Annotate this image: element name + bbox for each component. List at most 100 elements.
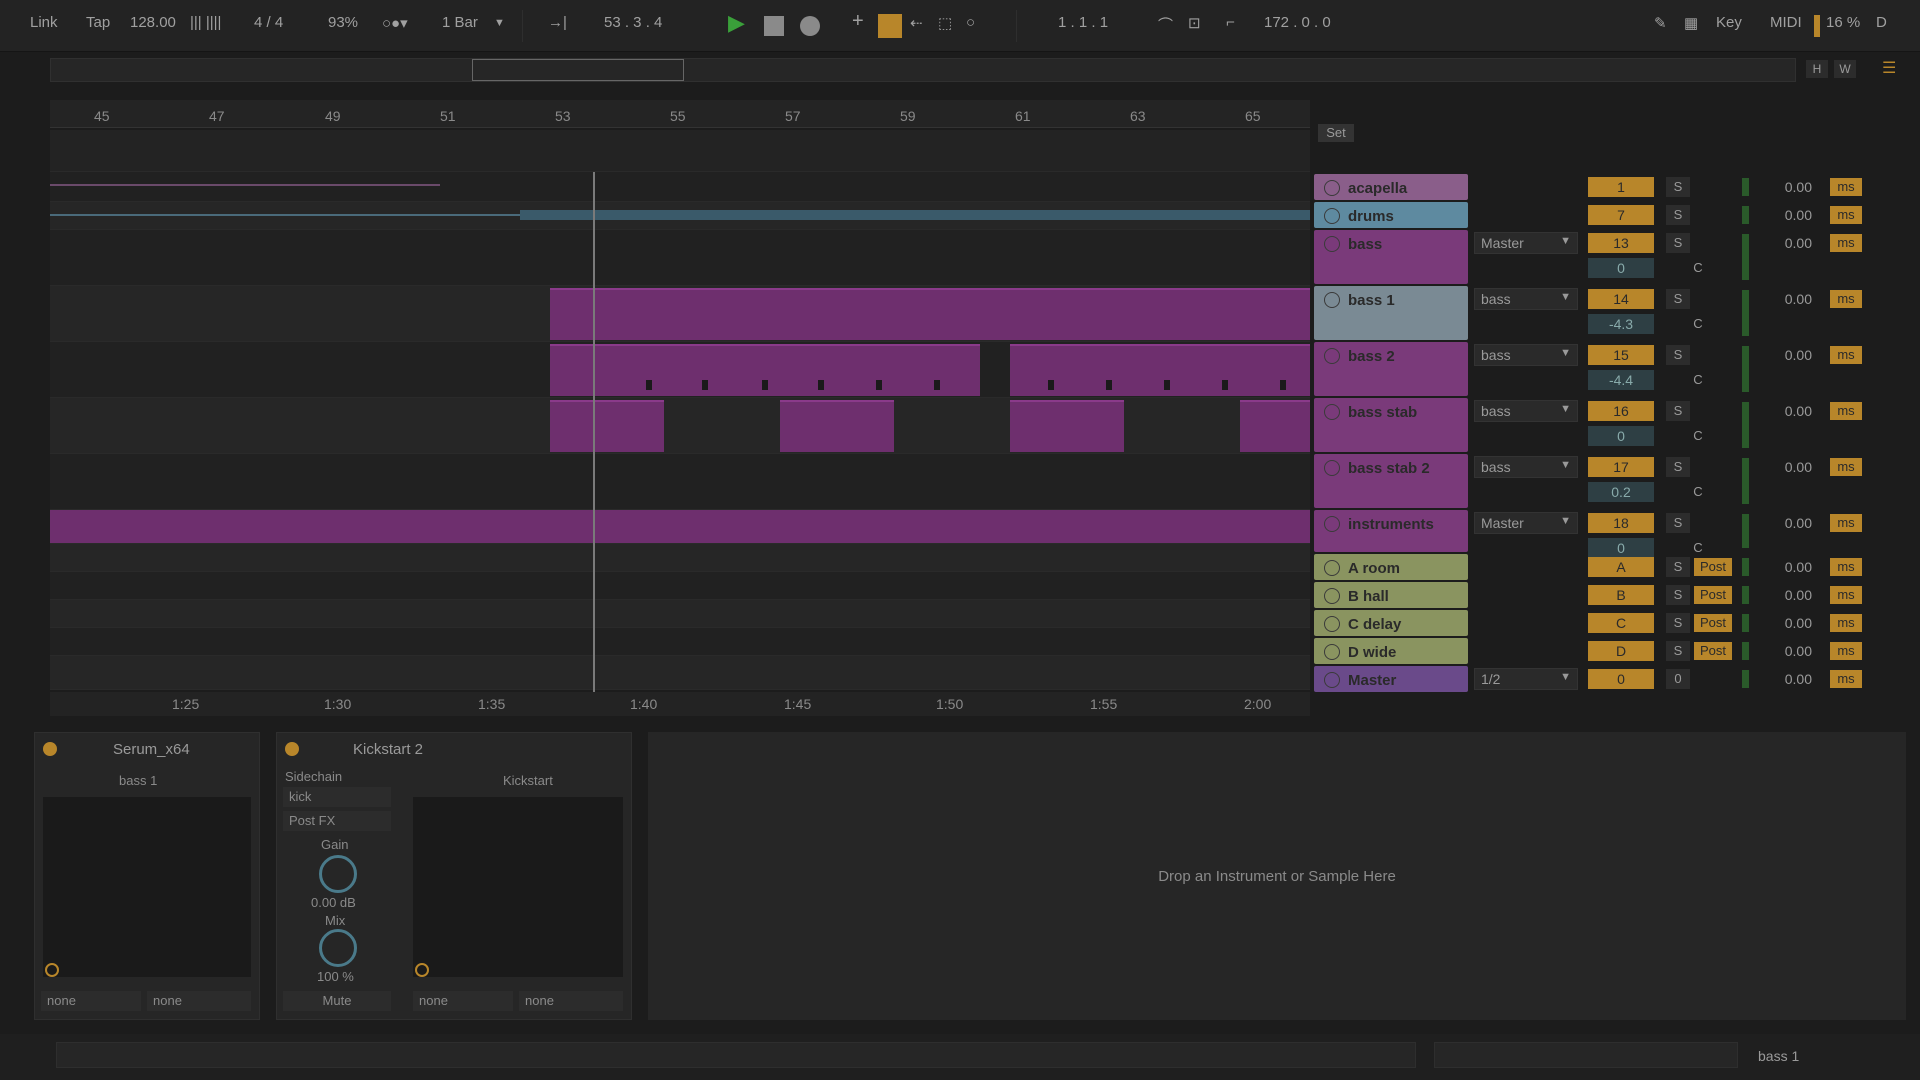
automation-arm-button[interactable] (878, 14, 902, 38)
track-lane-a-room[interactable] (50, 544, 1310, 572)
delay-unit-button[interactable]: ms (1830, 290, 1862, 308)
preset-name[interactable]: Kickstart (503, 773, 553, 788)
track-lane-instruments[interactable] (50, 510, 1310, 544)
track-activator[interactable]: 15 (1588, 345, 1654, 365)
fold-icon[interactable] (1324, 460, 1340, 476)
track-header[interactable]: bass stab (1314, 398, 1468, 452)
play-button[interactable]: ▶ (728, 10, 745, 36)
pan-value[interactable]: 0 (1588, 426, 1654, 446)
track-header[interactable]: bass (1314, 230, 1468, 284)
mix-knob[interactable] (319, 929, 357, 967)
loop-length-field[interactable]: 172 . 0 . 0 (1264, 14, 1331, 31)
track-header[interactable]: A room (1314, 554, 1468, 580)
track-header[interactable]: bass 2 (1314, 342, 1468, 396)
scrub-area[interactable] (50, 130, 1310, 172)
track-header[interactable]: acapella (1314, 174, 1468, 200)
midi-clip[interactable] (780, 400, 894, 452)
output-routing-select[interactable]: bass ▼ (1474, 288, 1578, 310)
track-lane-c-delay[interactable] (50, 600, 1310, 628)
device-drop-zone[interactable]: Drop an Instrument or Sample Here (648, 732, 1906, 1020)
track-header[interactable]: B hall (1314, 582, 1468, 608)
track-lane-master[interactable] (50, 656, 1310, 690)
solo-button[interactable]: S (1666, 401, 1690, 421)
solo-button[interactable]: S (1666, 177, 1690, 197)
arrangement-overview[interactable] (50, 58, 1796, 82)
track-lane-bass-stab-2[interactable] (50, 454, 1310, 510)
send-post-button[interactable]: Post (1694, 558, 1732, 576)
volume-value[interactable]: 0.00 (1756, 291, 1812, 307)
track-lane-bass-stab[interactable] (50, 398, 1310, 454)
add-icon[interactable]: + (852, 10, 864, 33)
track-activator[interactable]: 18 (1588, 513, 1654, 533)
preset-name[interactable]: bass 1 (119, 773, 157, 788)
session-record-icon[interactable]: ○ (966, 14, 975, 31)
track-activator[interactable]: A (1588, 557, 1654, 577)
mute-button[interactable]: Mute (283, 991, 391, 1011)
send-post-button[interactable]: Post (1694, 614, 1732, 632)
track-header[interactable]: Master (1314, 666, 1468, 692)
sidechain-source-select[interactable]: kick (283, 787, 391, 807)
volume-value[interactable]: 0.00 (1756, 587, 1812, 603)
time-signature-field[interactable]: 4 / 4 (254, 14, 283, 31)
solo-button[interactable]: S (1666, 613, 1690, 633)
track-activator[interactable]: 0 (1588, 669, 1654, 689)
solo-button[interactable]: S (1666, 585, 1690, 605)
volume-value[interactable]: 0.00 (1756, 403, 1812, 419)
track-activator[interactable]: 17 (1588, 457, 1654, 477)
output-routing-select[interactable]: Master ▼ (1474, 232, 1578, 254)
key-map-button[interactable]: Key (1716, 14, 1742, 31)
punch-out-icon[interactable]: ⌐ (1226, 14, 1235, 31)
track-lane-acapella[interactable] (50, 174, 1310, 202)
track-header[interactable]: bass 1 (1314, 286, 1468, 340)
track-lane-d-wide[interactable] (50, 628, 1310, 656)
loop-start-field[interactable]: 1 . 1 . 1 (1058, 14, 1108, 31)
midi-clip[interactable] (1010, 344, 1310, 396)
input-select[interactable]: none (519, 991, 623, 1011)
track-header[interactable]: drums (1314, 202, 1468, 228)
output-routing-select[interactable]: 1/2 ▼ (1474, 668, 1578, 690)
solo-button[interactable]: S (1666, 205, 1690, 225)
input-select[interactable]: none (41, 991, 141, 1011)
stop-button[interactable] (764, 16, 784, 36)
pan-value[interactable]: -4.3 (1588, 314, 1654, 334)
fold-icon[interactable] (1324, 236, 1340, 252)
metronome-icon[interactable]: ○●▾ (382, 14, 408, 32)
delay-unit-button[interactable]: ms (1830, 670, 1862, 688)
time-ruler[interactable]: 1:25 1:30 1:35 1:40 1:45 1:50 1:55 2:00 (50, 692, 1310, 716)
tap-button[interactable]: Tap (86, 14, 110, 31)
capture-icon[interactable]: ⬚ (938, 14, 952, 32)
loop-icon[interactable]: ⌒ (1158, 14, 1173, 35)
volume-value[interactable]: 0.00 (1756, 515, 1812, 531)
track-header[interactable]: D wide (1314, 638, 1468, 664)
midi-map-button[interactable]: MIDI (1770, 14, 1802, 31)
delay-unit-button[interactable]: ms (1830, 346, 1862, 364)
delay-unit-button[interactable]: ms (1830, 458, 1862, 476)
device-kickstart[interactable]: Kickstart 2 Sidechain kick Post FX Gain … (276, 732, 632, 1020)
pan-value[interactable]: 0.2 (1588, 482, 1654, 502)
volume-value[interactable]: 0.00 (1756, 643, 1812, 659)
track-activator[interactable]: D (1588, 641, 1654, 661)
fold-icon[interactable] (1324, 404, 1340, 420)
beat-time-ruler[interactable]: 45 47 49 51 53 55 57 59 61 63 65 (50, 100, 1310, 128)
input-select[interactable]: none (147, 991, 251, 1011)
fold-icon[interactable] (1324, 180, 1340, 196)
device-serum[interactable]: Serum_x64 bass 1 none none (34, 732, 260, 1020)
macro-knob[interactable] (45, 963, 59, 977)
sidechain-tap-select[interactable]: Post FX (283, 811, 391, 831)
volume-value[interactable]: 0.00 (1756, 207, 1812, 223)
midi-clip[interactable] (550, 288, 1310, 340)
send-post-button[interactable]: Post (1694, 642, 1732, 660)
pan-value[interactable]: -4.4 (1588, 370, 1654, 390)
midi-clip[interactable] (550, 400, 664, 452)
arrangement-view[interactable] (50, 130, 1310, 690)
output-routing-select[interactable]: bass ▼ (1474, 400, 1578, 422)
volume-value[interactable]: 0.00 (1756, 347, 1812, 363)
volume-value[interactable]: 0.00 (1756, 179, 1812, 195)
track-lane-b-hall[interactable] (50, 572, 1310, 600)
macro-knob[interactable] (415, 963, 429, 977)
track-activator[interactable]: C (1588, 613, 1654, 633)
track-activator[interactable]: B (1588, 585, 1654, 605)
overview-selection[interactable] (472, 59, 684, 81)
fold-icon[interactable] (1324, 348, 1340, 364)
plugin-display[interactable] (413, 797, 623, 977)
